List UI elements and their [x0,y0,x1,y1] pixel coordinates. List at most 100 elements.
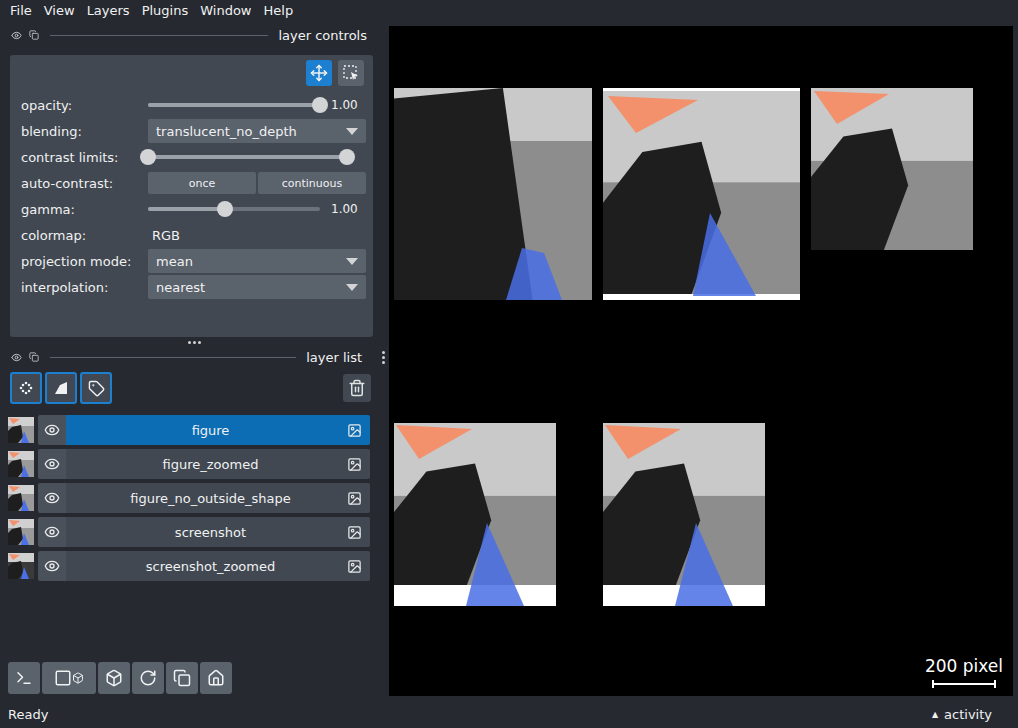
tag-icon [88,380,105,397]
more-handle[interactable] [382,351,385,364]
transpose-icon [173,669,191,687]
pan-zoom-button[interactable] [306,60,332,86]
slider-track[interactable] [148,207,320,211]
range-slider[interactable] [148,155,366,159]
activity-arrow: ▲ [932,710,938,719]
splitter-handle[interactable] [0,337,389,348]
viewer-canvas[interactable]: 200 pixel [389,26,1013,696]
layer-image [394,88,592,300]
new-points-button[interactable] [10,372,42,404]
dropdown[interactable]: nearest [148,275,366,299]
menu-item[interactable]: Window [194,2,257,20]
layer-row[interactable]: screenshot_zoomed [8,551,370,581]
scale-bar-label: 200 pixel [925,656,1003,676]
visibility-toggle[interactable] [38,483,66,513]
layer-row[interactable]: figure_no_outside_shape [8,483,370,513]
new-labels-button[interactable] [80,372,112,404]
chevron-icon [346,284,358,291]
slider[interactable]: 1.00 [148,98,366,112]
image-layer-icon [347,491,362,506]
range-track[interactable] [148,155,347,159]
layer-name-box[interactable]: figure_zoomed [66,449,370,479]
visibility-toggle[interactable] [38,551,66,581]
roll-button[interactable] [132,662,164,694]
ndisplay-button[interactable] [42,662,96,694]
menu-item[interactable]: File [4,2,38,20]
control-label: auto-contrast: [21,176,148,191]
slider-fill [148,103,320,107]
range-fill [148,155,347,159]
terminal-icon [15,669,33,687]
slider-thumb[interactable] [312,97,328,113]
auto-contrast-button[interactable]: continuous [258,172,366,194]
rotate-icon [139,669,157,687]
layer-thumbnail [8,553,34,579]
control-row: blending:translucent_no_depth [21,118,366,144]
napari-window: FileViewLayersPluginsWindowHelp layer con… [0,0,1018,728]
status-bar: Ready▲activity [0,700,1018,728]
delete-layer-button[interactable] [343,374,371,402]
layer-name-box[interactable]: screenshot_zoomed [66,551,370,581]
layer-list: figure figure_zoomed figure_no_outside_sha… [0,415,389,581]
visibility-toggle[interactable] [38,449,66,479]
menu-item[interactable]: View [38,2,81,20]
thumbnail [8,519,34,545]
transform-button[interactable] [338,60,364,86]
control-row: gamma:1.00 [21,196,366,222]
dropdown-value: translucent_no_depth [156,124,297,139]
transpose-button[interactable] [166,662,198,694]
dock-title-bar: layer list [0,348,389,366]
layer-name-box[interactable]: figure_no_outside_shape [66,483,370,513]
layer-thumbnail [8,485,34,511]
add-points-icon [17,379,35,397]
thumbnail [8,485,34,511]
dropdown[interactable]: translucent_no_depth [148,119,366,143]
console-button[interactable] [8,662,40,694]
visibility-toggle[interactable] [38,517,66,547]
control-row: contrast limits: [21,144,366,170]
visibility-toggle[interactable] [38,415,66,445]
new-shapes-button[interactable] [45,372,77,404]
handle-dot [188,341,191,344]
float-dock-button[interactable] [28,29,40,41]
range-low-thumb[interactable] [140,149,156,165]
range-high-thumb[interactable] [339,149,355,165]
3d-button[interactable] [98,662,130,694]
layer-row[interactable]: figure_zoomed [8,449,370,479]
layer-row[interactable]: screenshot [8,517,370,547]
home-button[interactable] [200,662,232,694]
slider-thumb[interactable] [217,201,233,217]
layer-image [603,423,765,606]
slider-fill [148,207,225,211]
float-dock-button[interactable] [28,351,40,363]
slider[interactable]: 1.00 [148,202,366,216]
left-dock: layer controlsopacity:1.00blending:trans… [0,22,389,700]
dropdown-value: mean [156,254,193,269]
close-dock-button[interactable] [10,29,22,41]
auto-contrast-button[interactable]: once [148,172,256,194]
activity-toggle[interactable]: ▲activity [932,707,992,722]
menu-item[interactable]: Layers [81,2,136,20]
menu-item[interactable]: Help [258,2,300,20]
menu-item[interactable]: Plugins [136,2,195,20]
image-layer-icon [347,423,362,438]
handle-dot [198,341,201,344]
cube-icon [105,669,123,687]
handle-dot [382,361,385,364]
handle-dot [382,351,385,354]
control-label: contrast limits: [21,150,148,165]
dropdown[interactable]: mean [148,249,366,273]
slider-track[interactable] [148,103,320,107]
float-icon [29,30,39,40]
main-area: layer controlsopacity:1.00blending:trans… [0,22,1018,700]
close-dock-button[interactable] [10,351,22,363]
layer-thumbnail [8,519,34,545]
transform-icon [342,64,360,82]
layer-row[interactable]: figure [8,415,370,445]
layer-name-box[interactable]: screenshot [66,517,370,547]
control-value: RGB [148,228,366,243]
layer-name-box[interactable]: figure [66,415,370,445]
layer-tool-row [0,372,389,404]
viewer-buttons [0,662,389,694]
cube-icon [72,672,84,684]
